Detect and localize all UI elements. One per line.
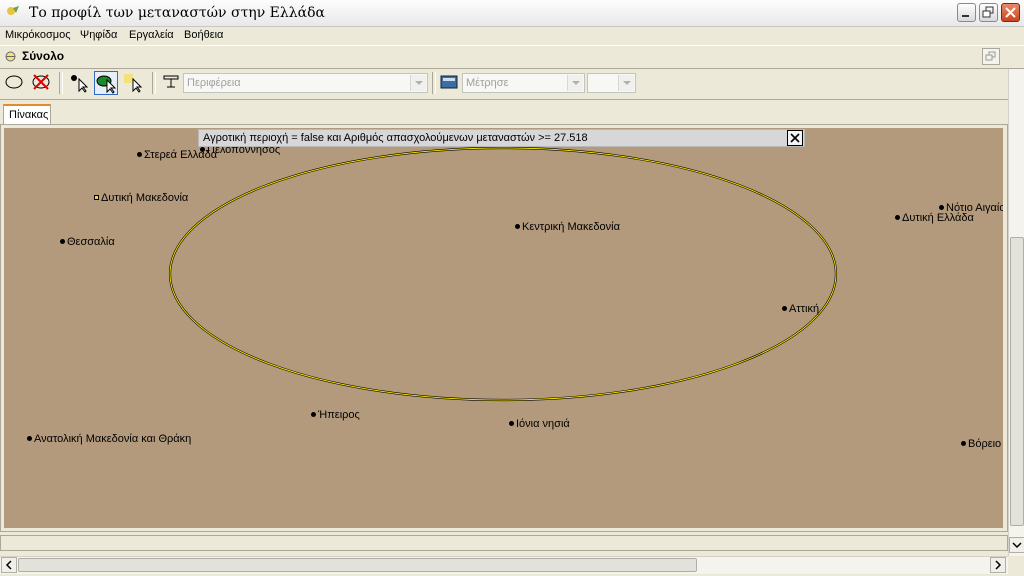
selection-ellipse	[168, 146, 838, 402]
place-thessaly[interactable]: Θεσσαλία	[60, 236, 115, 249]
place-sterea-ellada[interactable]: Στερεά Ελλάδα	[137, 149, 217, 162]
point-marker	[137, 151, 142, 157]
ellipse-icon	[5, 75, 23, 89]
window-title: Το προφίλ των μεταναστών στην Ελλάδα	[29, 5, 325, 21]
minimize-button[interactable]	[957, 3, 976, 22]
horizontal-scroll-thumb[interactable]	[18, 558, 697, 572]
panel-titlebar: Σύνολο	[0, 45, 1024, 69]
close-icon	[1005, 7, 1016, 18]
filter-close-button[interactable]	[787, 130, 803, 146]
toolbar: Περιφέρεια Μέτρησε	[0, 69, 1008, 100]
place-label: Θεσσαλία	[67, 236, 115, 248]
calculator-button[interactable]	[438, 71, 462, 95]
place-ionian-islands[interactable]: Ιόνια νησιά	[509, 418, 570, 431]
display-icon	[163, 75, 179, 88]
point-marker	[60, 238, 65, 244]
place-west-macedonia[interactable]: Δυτική Μακεδονία	[94, 192, 188, 205]
place-west-greece[interactable]: Δυτική Ελλάδα	[895, 212, 974, 225]
restore-icon	[982, 6, 994, 18]
chevron-down-icon	[1012, 542, 1022, 549]
status-bar	[0, 535, 1008, 551]
point-marker	[509, 420, 514, 426]
place-label: Δυτική Μακεδονία	[101, 192, 189, 204]
menu-help[interactable]: Βοήθεια	[184, 29, 223, 41]
attribute-select[interactable]: Περιφέρεια	[183, 73, 428, 93]
display-button[interactable]	[160, 71, 184, 95]
select-point-button[interactable]	[67, 71, 91, 95]
chevron-down-icon	[618, 75, 634, 91]
chevron-down-icon	[567, 75, 583, 91]
measure-select[interactable]: Μέτρησε	[462, 73, 585, 93]
scroll-down-button[interactable]	[1009, 537, 1024, 553]
tab-table[interactable]: Πίνακας	[3, 104, 51, 124]
panel-restore-button[interactable]	[982, 48, 1000, 65]
place-label: Βόρειο	[968, 438, 1002, 450]
place-label: Δυτική Ελλάδα	[902, 212, 974, 224]
chevron-right-icon	[995, 560, 1002, 570]
ellipse-cursor-icon	[96, 75, 117, 94]
place-label: Ήπειρος	[318, 409, 360, 421]
point-marker	[311, 411, 316, 417]
point-marker	[961, 440, 966, 446]
place-attica[interactable]: Αττική	[782, 303, 819, 316]
place-label: Ανατολική Μακεδονία και Θράκη	[34, 433, 192, 445]
place-central-macedonia[interactable]: Κεντρική Μακεδονία	[515, 221, 620, 234]
ellipse-tool-button[interactable]	[3, 71, 27, 95]
measure-select-value: Μέτρησε	[466, 77, 509, 89]
panel-title: Σύνολο	[22, 49, 65, 63]
delete-ellipse-button[interactable]	[30, 71, 54, 95]
place-label: Ιόνια νησιά	[516, 418, 570, 430]
place-label: Στερεά Ελλάδα	[144, 149, 218, 161]
menu-tools[interactable]: Εργαλεία	[129, 29, 174, 41]
tab-table-label: Πίνακας	[9, 109, 49, 121]
minimize-icon	[962, 15, 969, 17]
menu-tile[interactable]: Ψηφίδα	[80, 29, 117, 41]
select-ellipse-button[interactable]	[94, 71, 118, 95]
menu-microcosm[interactable]: Μικρόκοσμος	[5, 29, 71, 41]
filter-condition-bar: Αγροτική περιοχή = false και Αριθμός απα…	[198, 129, 805, 147]
delete-ellipse-icon	[32, 74, 50, 90]
selection-ellipse-layer	[168, 146, 838, 402]
point-marker	[939, 204, 944, 210]
place-east-macedonia-thrace[interactable]: Ανατολική Μακεδονία και Θράκη	[27, 433, 191, 446]
place-epirus[interactable]: Ήπειρος	[311, 409, 360, 422]
vertical-scrollbar[interactable]	[1008, 69, 1024, 556]
select-area-button[interactable]	[121, 71, 145, 95]
scroll-left-button[interactable]	[1, 557, 17, 573]
window-titlebar: Το προφίλ των μεταναστών στην Ελλάδα	[0, 0, 1024, 27]
area-cursor-icon	[124, 74, 143, 93]
chevron-down-icon	[410, 75, 426, 91]
point-marker	[782, 305, 787, 311]
map-canvas[interactable]: Πελοπόννησος Στερεά Ελλάδα Δυτική Μακεδο…	[4, 128, 1003, 528]
point-marker	[94, 194, 99, 200]
place-north-aegean[interactable]: Βόρειο	[961, 438, 1001, 451]
attribute-select-value: Περιφέρεια	[187, 77, 241, 89]
point-marker	[895, 214, 900, 220]
toolbar-separator	[152, 72, 156, 94]
toolbar-separator	[59, 72, 63, 94]
filter-condition-text: Αγροτική περιοχή = false και Αριθμός απα…	[203, 132, 588, 144]
restore-button[interactable]	[979, 3, 998, 22]
place-label: Αττική	[789, 303, 820, 315]
place-label: Κεντρική Μακεδονία	[522, 221, 620, 233]
point-marker	[515, 223, 520, 229]
chevron-left-icon	[5, 560, 12, 570]
selection-ellipse-highlight	[169, 147, 837, 401]
calculator-icon	[440, 75, 458, 89]
close-button[interactable]	[1001, 3, 1020, 22]
point-cursor-icon	[71, 75, 89, 93]
panel-icon	[5, 51, 16, 62]
horizontal-scrollbar[interactable]	[0, 556, 1008, 574]
scroll-right-button[interactable]	[990, 557, 1006, 573]
measure-value-select[interactable]	[587, 73, 636, 93]
vertical-scroll-thumb[interactable]	[1010, 237, 1024, 526]
point-marker	[27, 435, 32, 441]
menu-bar: Μικρόκοσμος Ψηφίδα Εργαλεία Βοήθεια	[0, 27, 1024, 44]
close-icon	[790, 133, 800, 143]
restore-icon	[985, 51, 996, 61]
toolbar-separator	[432, 72, 436, 94]
app-icon	[7, 6, 19, 15]
